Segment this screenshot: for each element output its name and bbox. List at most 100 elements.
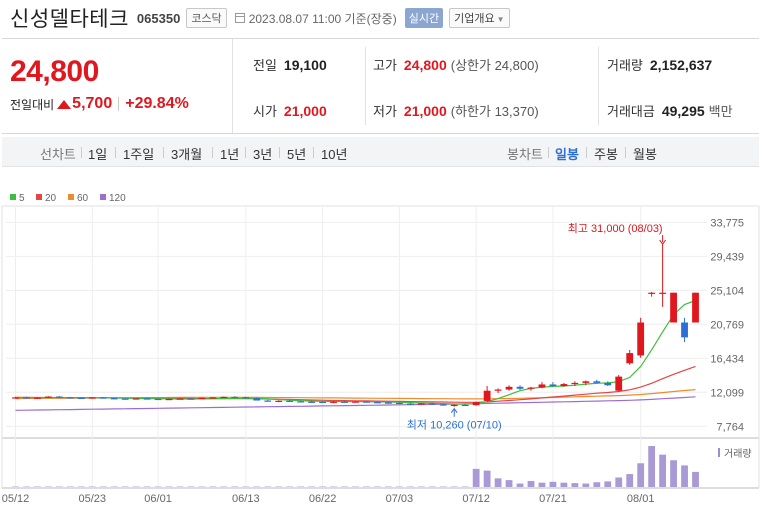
volume-bar bbox=[494, 478, 502, 487]
candle-body bbox=[439, 404, 447, 406]
legend-label-120: 120 bbox=[109, 193, 126, 204]
volume-bar bbox=[681, 465, 688, 487]
divider bbox=[313, 147, 314, 158]
candle-body bbox=[637, 322, 645, 356]
volume-bar bbox=[648, 446, 656, 487]
volume-bar bbox=[659, 454, 667, 487]
company-info-button[interactable]: 기업개요 ▼ bbox=[449, 8, 510, 28]
candle-body bbox=[472, 402, 480, 406]
volume-bar bbox=[582, 483, 590, 487]
candle-body bbox=[209, 397, 217, 399]
candle-body bbox=[352, 401, 359, 403]
candle-body bbox=[110, 398, 118, 400]
tab-weekly[interactable]: 주봉 bbox=[594, 144, 618, 163]
candle-body bbox=[692, 292, 699, 323]
volume-legend-marker bbox=[718, 448, 720, 457]
up-arrow-icon bbox=[57, 99, 72, 109]
candle-body bbox=[66, 397, 74, 399]
stat-low: 저가 21,000 (하한가 13,370) bbox=[373, 101, 539, 120]
tab-1w[interactable]: 1주일 bbox=[123, 144, 154, 163]
y-tick-label: 33,775 bbox=[710, 217, 744, 229]
tab-1y[interactable]: 1년 bbox=[220, 144, 239, 163]
stat-value: 21,000 bbox=[283, 102, 327, 119]
y-axis: 33,775 29,439 25,104 20,769 16,434 12,099 7,76… bbox=[710, 217, 744, 433]
volume-bar bbox=[615, 477, 623, 487]
tab-daily[interactable]: 일봉 bbox=[555, 144, 579, 163]
candle-body bbox=[604, 382, 612, 386]
tab-10y[interactable]: 10년 bbox=[321, 144, 347, 163]
candle-body bbox=[681, 322, 688, 338]
candle-body bbox=[297, 401, 305, 403]
candle-body bbox=[319, 401, 326, 404]
y-tick-label: 29,439 bbox=[710, 251, 744, 263]
price-summary: 24,800 전일대비 5,700 +29.84% 전일 19,100 시가 2… bbox=[2, 38, 759, 134]
divider bbox=[118, 97, 120, 111]
candle-body bbox=[417, 403, 425, 405]
candle-body bbox=[88, 397, 96, 399]
candle-body bbox=[571, 382, 579, 385]
volume-bar bbox=[692, 471, 699, 487]
stat-label: 고가 bbox=[373, 58, 397, 73]
x-tick-label: 08/01 bbox=[627, 493, 655, 505]
volume-bar bbox=[505, 480, 513, 487]
stock-code: 065350 bbox=[136, 10, 181, 26]
moving-average-lines bbox=[15, 299, 696, 411]
candle-body bbox=[648, 292, 656, 294]
divider bbox=[212, 147, 213, 158]
candle-body bbox=[330, 401, 337, 403]
price-chart[interactable]: 5 20 60 120 33,775 29,439 25,104 20,769 16,434 1… bbox=[0, 172, 761, 512]
stat-label: 저가 bbox=[373, 104, 397, 119]
ma-line-5 bbox=[15, 299, 696, 405]
amount-unit: 백만 bbox=[708, 104, 733, 119]
candle-body bbox=[44, 396, 52, 398]
candle-body bbox=[461, 404, 469, 407]
legend-label-5: 5 bbox=[19, 193, 25, 204]
divider bbox=[115, 147, 116, 158]
legend-label-20: 20 bbox=[45, 193, 57, 204]
y-tick-label: 16,434 bbox=[710, 353, 744, 365]
stat-value: 19,100 bbox=[283, 56, 327, 73]
tab-monthly[interactable]: 월봉 bbox=[633, 144, 657, 163]
tab-5y[interactable]: 5년 bbox=[287, 144, 306, 163]
x-tick-label: 07/03 bbox=[386, 493, 414, 505]
volume-bar bbox=[527, 480, 535, 487]
ma-line-20 bbox=[15, 365, 696, 403]
tab-1d[interactable]: 1일 bbox=[88, 144, 107, 163]
candle-body bbox=[154, 398, 162, 401]
legend-swatch-60 bbox=[68, 194, 74, 200]
candle-body bbox=[395, 402, 403, 405]
candle-body bbox=[582, 381, 590, 383]
candle-body bbox=[77, 397, 85, 399]
stat-open: 시가 21,000 bbox=[253, 101, 327, 120]
calendar-icon bbox=[234, 13, 245, 23]
change-row: 전일대비 5,700 +29.84% bbox=[10, 95, 189, 113]
volume-bar bbox=[549, 481, 557, 487]
candle-body bbox=[308, 401, 316, 403]
candle-body bbox=[253, 398, 261, 401]
tab-3m[interactable]: 3개월 bbox=[171, 144, 202, 163]
candle-body bbox=[176, 398, 184, 400]
timestamp: 2023.08.07 11:00 기준(장중) bbox=[248, 11, 397, 26]
period-tabs: 선차트 1일 1주일 3개월 1년 3년 5년 10년 봉차트 일봉 주봉 월봉 bbox=[2, 137, 759, 167]
divider bbox=[548, 147, 549, 158]
chevron-down-icon: ▼ bbox=[496, 15, 505, 24]
stat-high: 고가 24,800 (상한가 24,800) bbox=[373, 55, 539, 74]
realtime-button[interactable]: 실시간 bbox=[404, 8, 444, 28]
candle-body bbox=[23, 397, 30, 399]
company-name: 신성델타테크 bbox=[10, 8, 129, 31]
title-bar: 신성델타테크 065350 코스닥 2023.08.07 11:00 기준(장중… bbox=[0, 0, 761, 36]
divider bbox=[365, 47, 366, 125]
y-tick-label: 20,769 bbox=[710, 319, 744, 331]
candle-body bbox=[428, 403, 436, 405]
candle-body bbox=[538, 384, 546, 388]
volume-bar bbox=[593, 482, 601, 487]
candle-body bbox=[450, 404, 458, 407]
candle-body bbox=[242, 397, 250, 399]
divider bbox=[279, 147, 280, 158]
candle-body bbox=[549, 384, 557, 387]
tab-3y[interactable]: 3년 bbox=[253, 144, 272, 163]
company-info-label: 기업개요 bbox=[454, 13, 495, 25]
candle-body bbox=[560, 384, 568, 387]
current-price-box: 24,800 전일대비 5,700 +29.84% bbox=[2, 39, 233, 133]
candle-body bbox=[615, 376, 623, 391]
